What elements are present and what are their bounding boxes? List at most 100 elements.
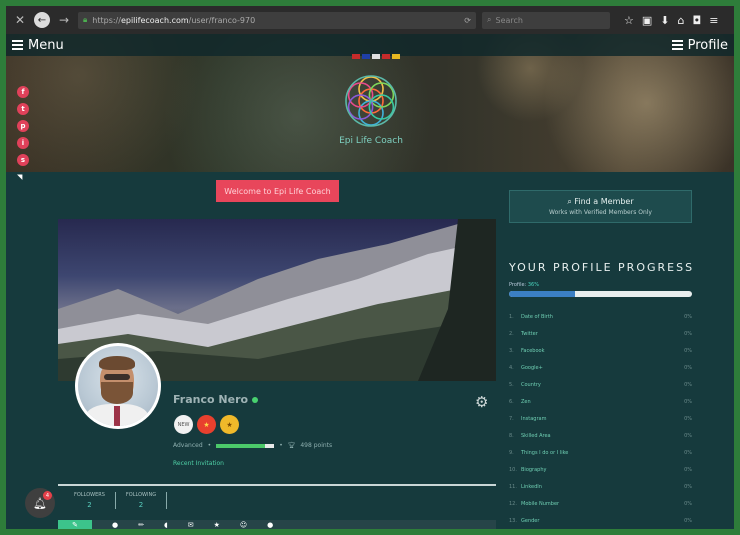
- url-bar[interactable]: 🔒︎ https://epilifecoach.com/user/franco-…: [78, 11, 476, 29]
- progress-list-item[interactable]: 11. LinkedIn 0%: [509, 478, 692, 495]
- item-number: 3.: [509, 347, 514, 354]
- progress-list-item[interactable]: 7. Instagram 0%: [509, 410, 692, 427]
- item-number: 13.: [509, 517, 517, 524]
- profile-progress-title: YOUR PROFILE PROGRESS: [509, 261, 695, 274]
- progress-list-item[interactable]: 12. Mobile Number 0%: [509, 495, 692, 512]
- avatar-photo: [78, 346, 158, 426]
- user-name: Franco Nero: [173, 393, 249, 406]
- recent-invitation-link[interactable]: Recent Invitation: [173, 460, 224, 467]
- item-label: Google+: [521, 364, 543, 371]
- profile-button[interactable]: Profile: [671, 37, 728, 53]
- item-label: LinkedIn: [521, 483, 542, 490]
- find-member-button[interactable]: ⌕ Find a Member Works with Verified Memb…: [509, 190, 692, 223]
- instagram-icon[interactable]: i: [17, 137, 29, 149]
- progress-list-item[interactable]: 4. Google+ 0%: [509, 359, 692, 376]
- tab-comments-icon[interactable]: ◖: [164, 521, 168, 529]
- progress-list-item[interactable]: 1. Date of Birth 0%: [509, 308, 692, 325]
- gear-icon[interactable]: ⚙: [475, 393, 488, 411]
- welcome-button[interactable]: Welcome to Epi Life Coach: [216, 180, 339, 202]
- hero-banner: Menu Profile Epi Life Coach f t p i s ◥: [6, 34, 734, 181]
- item-number: 1.: [509, 313, 514, 320]
- progress-list-item[interactable]: 10. Biography 0%: [509, 461, 692, 478]
- reload-icon[interactable]: ⟳: [464, 16, 471, 25]
- followers-label: FOLLOWERS: [74, 492, 105, 498]
- avatar[interactable]: [75, 343, 161, 429]
- item-percent: 0%: [684, 517, 692, 524]
- progress-list-item[interactable]: 2. Twitter 0%: [509, 325, 692, 342]
- share-icon[interactable]: s: [17, 154, 29, 166]
- tab-groups-icon[interactable]: ☺: [240, 521, 247, 529]
- item-percent: 0%: [684, 313, 692, 320]
- item-label: Mobile Number: [521, 500, 560, 507]
- progress-list-item[interactable]: 5. Country 0%: [509, 376, 692, 393]
- notification-bell-icon[interactable]: 🔔︎ 4: [25, 488, 55, 518]
- progress-list-item[interactable]: 8. Skilled Area 0%: [509, 427, 692, 444]
- search-placeholder: Search: [495, 15, 523, 25]
- lock-icon: 🔒︎: [83, 15, 88, 24]
- bookmark-star-icon[interactable]: ☆: [624, 14, 634, 27]
- item-percent: 0%: [684, 330, 692, 337]
- tab-edit-icon[interactable]: ✏: [138, 521, 144, 529]
- tab-favorites-icon[interactable]: ★: [214, 521, 220, 529]
- top-navigation: Menu Profile: [6, 34, 734, 56]
- badges: NEW ★ ★: [174, 415, 239, 434]
- download-icon[interactable]: ⬇: [660, 14, 669, 27]
- search-input[interactable]: ⌕ Search: [482, 11, 610, 29]
- app-menu-icon[interactable]: ✕: [12, 13, 28, 27]
- tab-activity-icon[interactable]: ✎: [58, 520, 92, 529]
- followers-count: 2: [87, 501, 92, 509]
- item-percent: 0%: [684, 347, 692, 354]
- back-button[interactable]: ←: [34, 12, 50, 28]
- new-member-badge-icon[interactable]: NEW: [174, 415, 193, 434]
- flag-icon[interactable]: [362, 54, 370, 59]
- user-name-row: Franco Nero: [173, 393, 259, 406]
- browser-toolbar: ✕ ← → 🔒︎ https://epilifecoach.com/user/f…: [6, 6, 734, 34]
- level-row: Advanced • • 🏆︎ 498 points: [173, 442, 333, 449]
- flower-of-life-logo[interactable]: [340, 70, 402, 132]
- menu-label: Menu: [28, 37, 64, 53]
- item-percent: 0%: [684, 415, 692, 422]
- followers-stat[interactable]: FOLLOWERS 2: [64, 492, 116, 509]
- flag-icon[interactable]: [392, 54, 400, 59]
- item-label: Instagram: [521, 415, 547, 422]
- item-number: 7.: [509, 415, 514, 422]
- tab-friends-icon[interactable]: ●: [267, 521, 273, 529]
- points-label: 498 points: [300, 442, 333, 449]
- hamburger-icon: [671, 38, 683, 52]
- progress-list-item[interactable]: 9. Things I do or I like 0%: [509, 444, 692, 461]
- clipboard-icon[interactable]: ▣: [642, 14, 652, 27]
- app-frame: ✕ ← → 🔒︎ https://epilifecoach.com/user/f…: [6, 6, 734, 529]
- flag-icon[interactable]: [352, 54, 360, 59]
- pinterest-icon[interactable]: p: [17, 120, 29, 132]
- level-progress-bar: [216, 443, 275, 448]
- gold-badge-icon[interactable]: ★: [220, 415, 239, 434]
- home-icon[interactable]: ⌂: [678, 14, 685, 27]
- search-icon: ⌕: [567, 197, 572, 206]
- forward-icon[interactable]: →: [56, 13, 72, 27]
- following-stat[interactable]: FOLLOWING 2: [116, 492, 168, 509]
- hamburger-menu-icon[interactable]: ≡: [709, 14, 718, 27]
- achievement-badge-icon[interactable]: ★: [197, 415, 216, 434]
- pocket-icon[interactable]: ◘: [692, 14, 701, 27]
- twitter-icon[interactable]: t: [17, 103, 29, 115]
- profile-label: Profile: [687, 37, 728, 53]
- facebook-icon[interactable]: f: [17, 86, 29, 98]
- progress-list-item[interactable]: 6. Zen 0%: [509, 393, 692, 410]
- item-label: Gender: [521, 517, 540, 524]
- item-label: Facebook: [521, 347, 545, 354]
- online-status-dot: [252, 396, 259, 403]
- collapse-arrow-icon[interactable]: ◥: [17, 173, 22, 181]
- progress-list-item[interactable]: 3. Facebook 0%: [509, 342, 692, 359]
- item-percent: 0%: [684, 500, 692, 507]
- flag-icon[interactable]: [372, 54, 380, 59]
- progress-list-item[interactable]: 13. Gender 0%: [509, 512, 692, 529]
- tab-profile-icon[interactable]: ●: [112, 521, 118, 529]
- menu-button[interactable]: Menu: [12, 38, 64, 53]
- item-number: 9.: [509, 449, 514, 456]
- item-number: 5.: [509, 381, 514, 388]
- item-percent: 0%: [684, 364, 692, 371]
- tab-messages-icon[interactable]: ✉: [188, 521, 194, 529]
- following-count: 2: [138, 501, 144, 509]
- flag-icon[interactable]: [382, 54, 390, 59]
- site-name[interactable]: Epi Life Coach: [306, 136, 436, 146]
